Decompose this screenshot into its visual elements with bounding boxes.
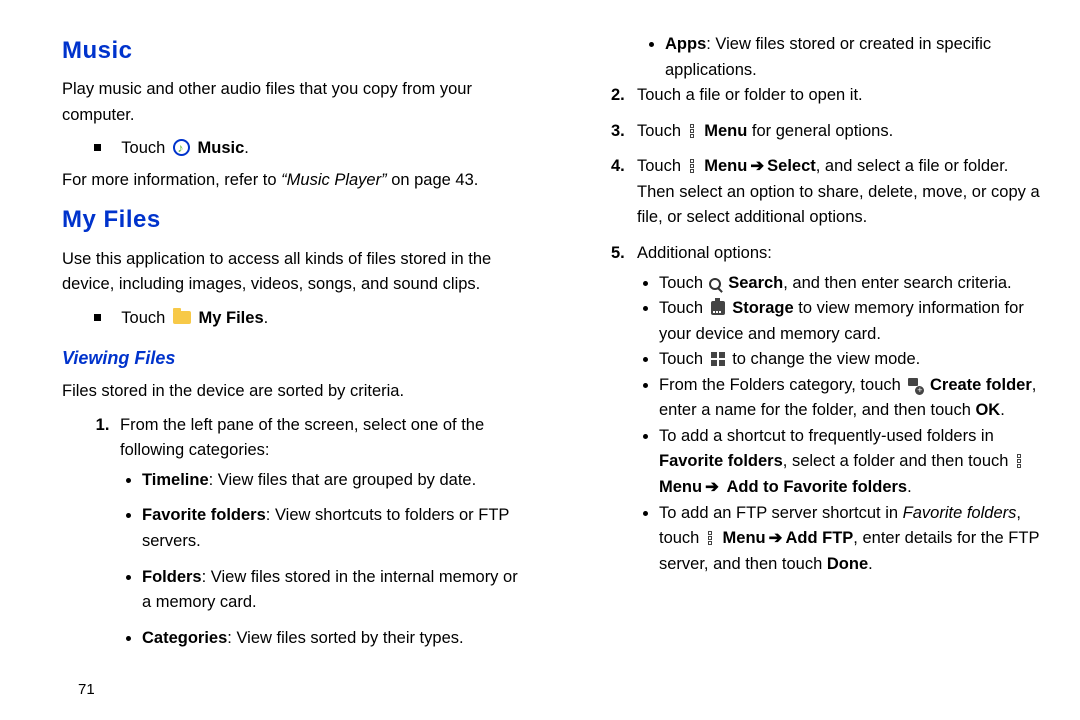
cat-categories: Categories: View files sorted by their t…	[142, 626, 527, 652]
cat-folders: Folders: View files stored in the intern…	[142, 565, 527, 616]
opt-create-folder: From the Folders category, touch Create …	[659, 373, 1050, 424]
opt-favorite-folders: To add a shortcut to frequently-used fol…	[659, 424, 1050, 501]
step-4: 4.Touch Menu➔Select, and select a file o…	[637, 154, 1050, 231]
opt-search: Touch Search, and then enter search crit…	[659, 271, 1050, 297]
cat-timeline: Timeline: View files that are grouped by…	[142, 468, 527, 494]
touch-prefix: Touch	[121, 309, 170, 327]
menu-icon	[690, 123, 696, 139]
arrow-icon: ➔	[750, 157, 764, 175]
arrow-icon: ➔	[705, 478, 719, 496]
cat-apps: Apps: View files stored or created in sp…	[665, 32, 1050, 83]
menu-icon	[1017, 453, 1023, 469]
storage-icon	[711, 301, 725, 315]
opt-storage: Touch Storage to view memory information…	[659, 296, 1050, 347]
music-more-info: For more information, refer to “Music Pl…	[62, 168, 527, 194]
viewing-sorted: Files stored in the device are sorted by…	[62, 379, 527, 405]
arrow-icon: ➔	[769, 529, 783, 547]
subsection-viewing-files: Viewing Files	[62, 345, 527, 373]
menu-icon	[690, 158, 696, 174]
additional-options-list: Touch Search, and then enter search crit…	[659, 271, 1050, 578]
search-icon	[709, 278, 721, 290]
step-3: 3.Touch Menu for general options.	[637, 119, 1050, 145]
more-info-ref: “Music Player”	[281, 171, 386, 189]
page-number: 71	[78, 681, 95, 698]
more-info-post: on page 43.	[387, 171, 479, 189]
opt-ftp: To add an FTP server shortcut in Favorit…	[659, 501, 1050, 578]
create-folder-icon	[908, 378, 922, 392]
music-label: Music	[198, 139, 245, 157]
myfiles-label: My Files	[199, 309, 264, 327]
menu-icon	[708, 530, 714, 546]
section-title-music: Music	[62, 32, 527, 69]
music-intro: Play music and other audio files that yo…	[62, 77, 527, 128]
myfiles-action-list: Touch My Files.	[94, 306, 527, 332]
step-2: 2.Touch a file or folder to open it.	[637, 83, 1050, 109]
step1-text: From the left pane of the screen, select…	[120, 416, 484, 460]
music-icon	[173, 139, 190, 156]
step-5: 5.Additional options: Touch Search, and …	[637, 241, 1050, 577]
section-title-myfiles: My Files	[62, 201, 527, 238]
music-action-list: Touch Music.	[94, 136, 527, 162]
touch-myfiles-item: Touch My Files.	[94, 306, 527, 332]
manual-page: Music Play music and other audio files t…	[0, 0, 1080, 720]
folder-icon	[173, 311, 191, 324]
touch-music-item: Touch Music.	[94, 136, 527, 162]
touch-prefix: Touch	[121, 139, 170, 157]
steps-list-part2: 2.Touch a file or folder to open it. 3.T…	[637, 83, 1050, 577]
myfiles-intro: Use this application to access all kinds…	[62, 247, 527, 298]
cat-favorite: Favorite folders: View shortcuts to fold…	[142, 503, 527, 554]
more-info-pre: For more information, refer to	[62, 171, 281, 189]
opt-view: Touch to change the view mode.	[659, 347, 1050, 373]
grid-icon	[711, 352, 725, 366]
